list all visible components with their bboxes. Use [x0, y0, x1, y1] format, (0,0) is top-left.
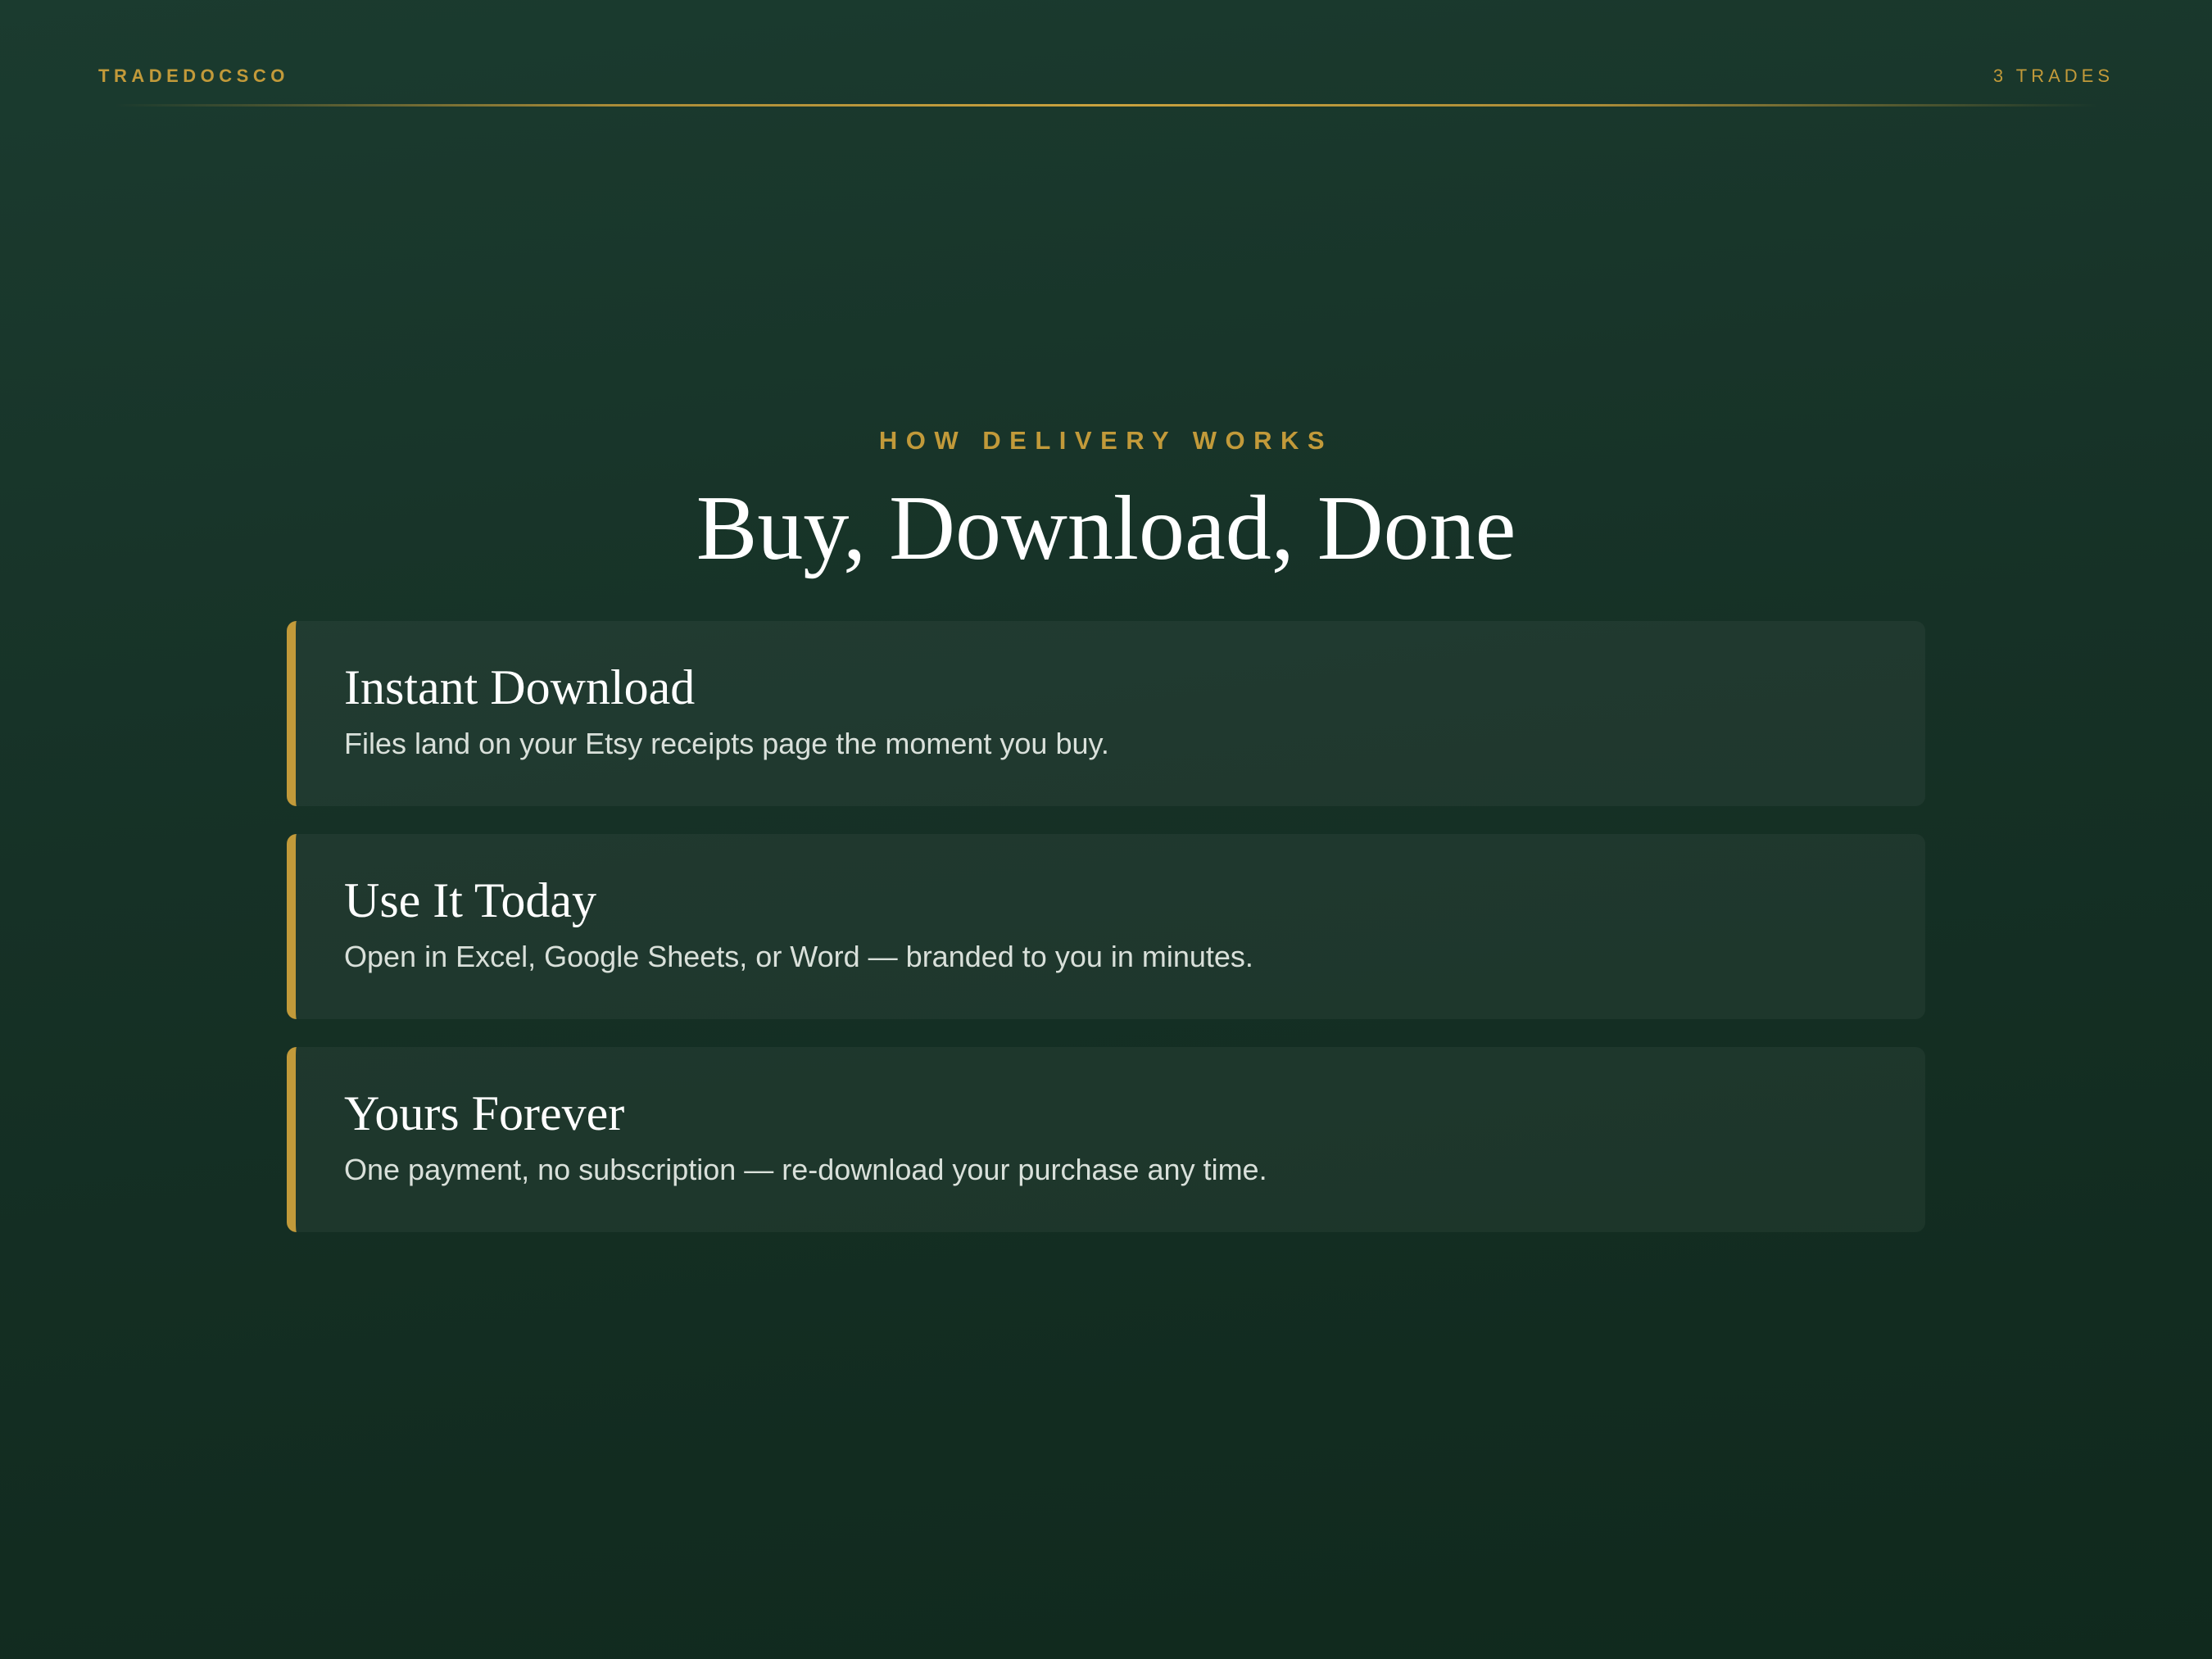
trade-count: 3 TRADES	[1992, 66, 2114, 86]
brand-name: TRADEDOCSCO	[98, 66, 289, 86]
card-description: One payment, no subscription — re-downlo…	[344, 1153, 1267, 1186]
card-title: Instant Download	[344, 660, 696, 714]
card-title: Yours Forever	[344, 1086, 625, 1140]
page-title: Buy, Download, Done	[696, 478, 1516, 579]
card-description: Open in Excel, Google Sheets, or Word — …	[344, 940, 1253, 973]
card-yours-forever: Yours Forever One payment, no subscripti…	[287, 1047, 1925, 1232]
card-use-it-today: Use It Today Open in Excel, Google Sheet…	[287, 834, 1925, 1019]
card-instant-download: Instant Download Files land on your Etsy…	[287, 621, 1925, 806]
header-divider	[115, 104, 2097, 107]
card-description: Files land on your Etsy receipts page th…	[344, 727, 1109, 760]
top-bar: TRADEDOCSCO 3 TRADES	[98, 64, 2114, 88]
section-eyebrow: HOW DELIVERY WORKS	[878, 426, 1334, 455]
card-title: Use It Today	[344, 873, 596, 927]
delivery-steps-list: Instant Download Files land on your Etsy…	[287, 621, 1925, 1260]
